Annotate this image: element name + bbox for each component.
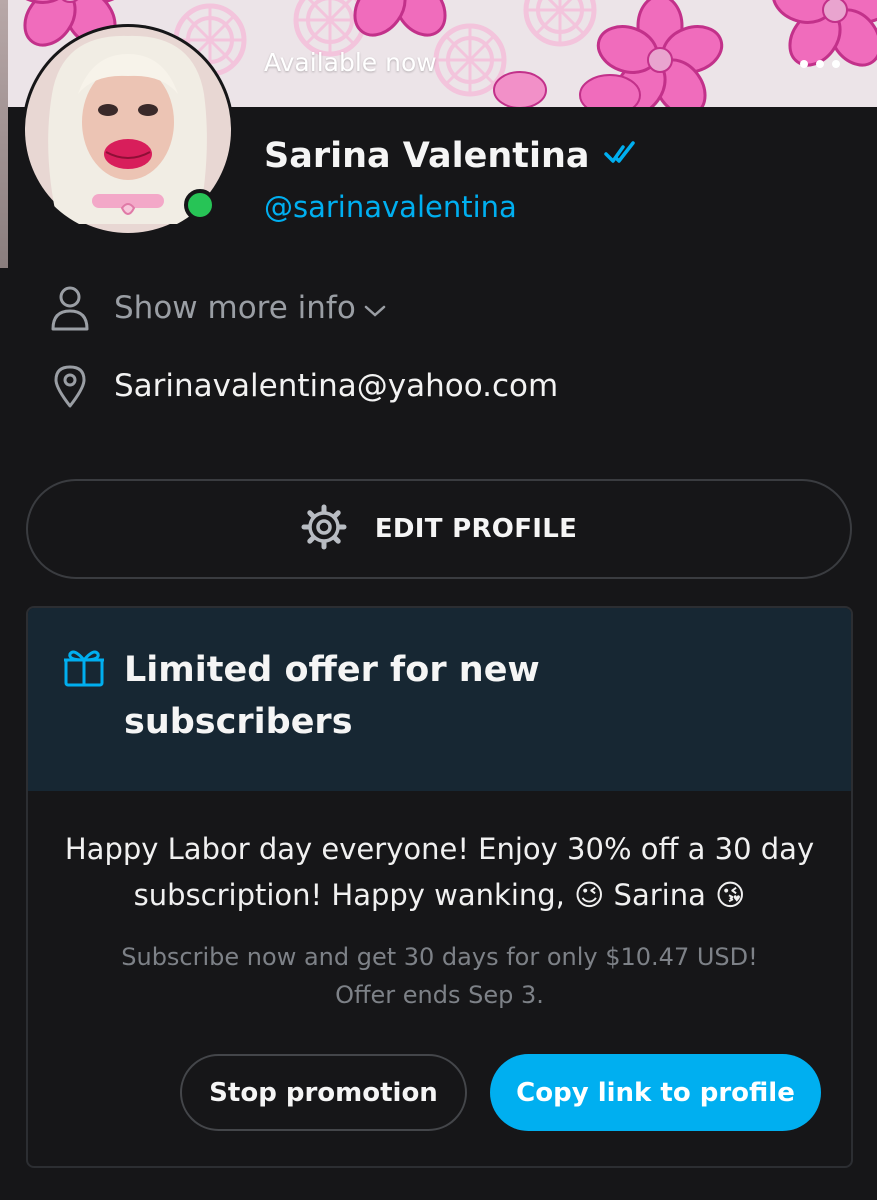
location-text: Sarinavalentina@yahoo.com [114, 368, 559, 404]
profile-handle[interactable]: @sarinavalentina [264, 190, 517, 224]
person-icon [48, 284, 92, 332]
offer-header: Limited offer for new subscribers [28, 608, 851, 791]
offer-price-line: Subscribe now and get 30 days for only $… [121, 943, 758, 971]
location-pin-icon [48, 362, 92, 410]
window-edge [0, 0, 8, 268]
limited-offer-card: Limited offer for new subscribers Happy … [26, 606, 853, 1168]
offer-expiry-line: Offer ends Sep 3. [335, 981, 544, 1009]
stop-promotion-button[interactable]: Stop promotion [180, 1054, 467, 1131]
profile-name-row: Sarina Valentina [264, 136, 636, 176]
copy-link-button[interactable]: Copy link to profile [490, 1054, 821, 1131]
online-indicator [184, 189, 216, 221]
edit-profile-button[interactable]: EDIT PROFILE [26, 479, 852, 579]
gear-icon [301, 504, 347, 554]
location-row: Sarinavalentina@yahoo.com [48, 362, 558, 410]
show-more-label: Show more info [114, 290, 356, 326]
offer-title: Limited offer for new subscribers [124, 650, 540, 742]
chevron-down-icon [364, 290, 386, 326]
edit-profile-label: EDIT PROFILE [374, 514, 578, 544]
more-options-icon[interactable] [800, 56, 840, 72]
verified-check-icon [603, 136, 636, 176]
offer-subtext: Subscribe now and get 30 days for only $… [48, 938, 831, 1014]
availability-status: Available now [264, 48, 437, 77]
show-more-info[interactable]: Show more info [48, 284, 386, 332]
gift-icon [62, 646, 106, 692]
offer-message: Happy Labor day everyone! Enjoy 30% off … [64, 832, 815, 912]
profile-name: Sarina Valentina [264, 136, 590, 176]
